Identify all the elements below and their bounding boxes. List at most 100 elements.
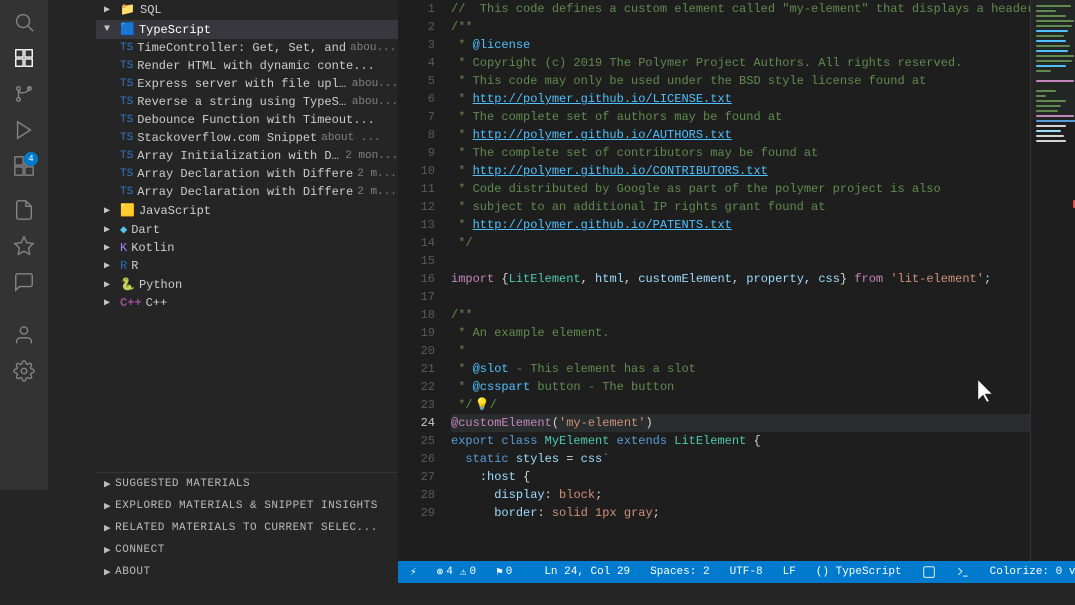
code-line-12: * subject to an additional IP rights gra… bbox=[451, 198, 1030, 216]
tree-label-cpp: C++ bbox=[146, 296, 168, 310]
tree-label-javascript: JavaScript bbox=[139, 204, 211, 218]
search-icon[interactable] bbox=[10, 8, 38, 36]
status-line-ending[interactable]: LF bbox=[779, 561, 800, 583]
spaces-text: Spaces: 2 bbox=[650, 566, 709, 578]
ts-file-icon9: TS bbox=[120, 186, 133, 198]
code-line-1: // This code defines a custom element ca… bbox=[451, 0, 1030, 18]
tree-item-typescript[interactable]: ▼ 🟦 TypeScript bbox=[96, 20, 398, 39]
cpp-collapse-arrow: ▶ bbox=[104, 297, 120, 309]
settings-icon[interactable] bbox=[10, 357, 38, 385]
ts-file-icon: TS bbox=[120, 42, 133, 54]
debug-icon[interactable] bbox=[10, 116, 38, 144]
suggested-materials-header[interactable]: ▶ SUGGESTED MATERIALS bbox=[96, 473, 398, 495]
tree-item-r[interactable]: ▶ R R bbox=[96, 257, 398, 275]
status-warnings2[interactable]: ⚑ 0 bbox=[492, 561, 516, 583]
meta-array-decl2: 2 m... bbox=[357, 186, 397, 198]
branch-icon: ⚡ bbox=[410, 565, 417, 579]
js-icon: 🟨 bbox=[120, 203, 135, 218]
about-header[interactable]: ▶ ABOUT bbox=[96, 561, 398, 583]
related-label: RELATED MATERIALS TO CURRENT SELEC... bbox=[115, 522, 378, 534]
tree-label-kotlin: Kotlin bbox=[131, 241, 174, 255]
code-line-14: */ bbox=[451, 234, 1030, 252]
tree-item-array-init[interactable]: TS Array Initialization with Diff 2 mon.… bbox=[96, 147, 398, 165]
explored-materials-header[interactable]: ▶ EXPLORED MATERIALS & SNIPPET INSIGHTS bbox=[96, 495, 398, 517]
status-language[interactable]: () TypeScript bbox=[812, 561, 906, 583]
git-icon[interactable] bbox=[10, 80, 38, 108]
expand-arrow: ▼ bbox=[104, 24, 120, 35]
r-icon: R bbox=[120, 259, 127, 273]
code-line-29: border: solid 1px gray; bbox=[451, 504, 1030, 522]
tree-item-stackoverflow[interactable]: TS Stackoverflow.com Snippet about ... bbox=[96, 129, 398, 147]
extensions-icon[interactable]: 4 bbox=[10, 152, 38, 180]
label-reverse: Reverse a string using TypeScr bbox=[137, 95, 348, 109]
chat-icon[interactable] bbox=[10, 268, 38, 296]
code-line-2: /** bbox=[451, 18, 1030, 36]
tree-item-kotlin[interactable]: ▶ K Kotlin bbox=[96, 239, 398, 257]
related-materials-header[interactable]: ▶ RELATED MATERIALS TO CURRENT SELEC... bbox=[96, 517, 398, 539]
code-editor[interactable]: // This code defines a custom element ca… bbox=[443, 0, 1030, 561]
code-line-17 bbox=[451, 288, 1030, 306]
code-line-8: * http://polymer.github.io/AUTHORS.txt bbox=[451, 126, 1030, 144]
tree-item-dart[interactable]: ▶ ◆ Dart bbox=[96, 220, 398, 239]
status-format-icon[interactable] bbox=[918, 561, 940, 583]
ts-file-icon6: TS bbox=[120, 132, 133, 144]
code-line-20: * bbox=[451, 342, 1030, 360]
code-line-19: * An example element. bbox=[451, 324, 1030, 342]
cpp-icon: C++ bbox=[120, 296, 142, 310]
explored-arrow: ▶ bbox=[104, 499, 111, 513]
code-container[interactable]: 1 2 3 4 5 6 7 8 9 10 11 12 13 14 15 16 1 bbox=[398, 0, 1075, 561]
meta-array-init: 2 mon... bbox=[345, 150, 398, 162]
about-arrow: ▶ bbox=[104, 565, 111, 579]
typescript-icon: 🟦 bbox=[120, 22, 135, 37]
status-colorize[interactable]: Colorize: 0 variables bbox=[986, 561, 1075, 583]
tree-item-python[interactable]: ▶ 🐍 Python bbox=[96, 275, 398, 294]
tree-item-array-decl2[interactable]: TS Array Declaration with Differe 2 m... bbox=[96, 183, 398, 201]
status-spaces[interactable]: Spaces: 2 bbox=[646, 561, 713, 583]
tree-item-debounce[interactable]: TS Debounce Function with Timeout... bbox=[96, 111, 398, 129]
label-array-decl2: Array Declaration with Differe bbox=[137, 185, 353, 199]
tree-item-reverse[interactable]: TS Reverse a string using TypeScr abou..… bbox=[96, 93, 398, 111]
status-encoding[interactable]: UTF-8 bbox=[726, 561, 767, 583]
info-count: 0 bbox=[506, 566, 513, 578]
tree-item-timecontroller[interactable]: TS TimeController: Get, Set, and abou... bbox=[96, 39, 398, 57]
status-branch[interactable]: ⚡ bbox=[406, 561, 421, 583]
dart-icon: ◆ bbox=[120, 222, 127, 237]
code-line-15 bbox=[451, 252, 1030, 270]
ts-file-icon3: TS bbox=[120, 78, 133, 90]
colorize-text: Colorize: 0 variables bbox=[990, 566, 1075, 578]
js-collapse-arrow: ▶ bbox=[104, 205, 120, 217]
ts-file-icon4: TS bbox=[120, 96, 133, 108]
snippets-icon[interactable] bbox=[10, 196, 38, 224]
connect-header[interactable]: ▶ CONNECT bbox=[96, 539, 398, 561]
tree-item-cpp[interactable]: ▶ C++ C++ bbox=[96, 294, 398, 312]
warning-icon: ⚠ bbox=[460, 565, 467, 579]
code-line-26: static styles = css` bbox=[451, 450, 1030, 468]
connect-label: CONNECT bbox=[115, 544, 165, 556]
code-line-5: * This code may only be used under the B… bbox=[451, 72, 1030, 90]
r-collapse-arrow: ▶ bbox=[104, 260, 120, 272]
status-terminal-icon[interactable] bbox=[952, 561, 974, 583]
ts-file-icon2: TS bbox=[120, 60, 133, 72]
error-count: 4 bbox=[446, 566, 453, 578]
label-express: Express server with file uploa bbox=[137, 77, 348, 91]
activity-bar: 4 bbox=[0, 0, 48, 490]
tree-item-renderhtml[interactable]: TS Render HTML with dynamic conte... bbox=[96, 57, 398, 75]
tree-label-sql: SQL bbox=[140, 3, 162, 17]
code-line-18: /** bbox=[451, 306, 1030, 324]
ts-file-icon7: TS bbox=[120, 150, 133, 162]
extensions2-icon[interactable] bbox=[10, 232, 38, 260]
explorer-icon[interactable] bbox=[10, 44, 38, 72]
code-line-28: display: block; bbox=[451, 486, 1030, 504]
tree-item-sql[interactable]: ▶ 📁 SQL bbox=[96, 0, 398, 20]
account-icon[interactable] bbox=[10, 321, 38, 349]
status-errors[interactable]: ⊗ 4 ⚠ 0 bbox=[433, 561, 480, 583]
position-text: Ln 24, Col 29 bbox=[544, 566, 630, 578]
tree-label-typescript: TypeScript bbox=[139, 23, 211, 37]
explored-label: EXPLORED MATERIALS & SNIPPET INSIGHTS bbox=[115, 500, 378, 512]
status-position[interactable]: Ln 24, Col 29 bbox=[540, 561, 634, 583]
python-collapse-arrow: ▶ bbox=[104, 279, 120, 291]
tree-item-express[interactable]: TS Express server with file uploa abou..… bbox=[96, 75, 398, 93]
tree-item-javascript[interactable]: ▶ 🟨 JavaScript bbox=[96, 201, 398, 220]
tree-item-array-decl1[interactable]: TS Array Declaration with Differe 2 m... bbox=[96, 165, 398, 183]
tree-label-dart: Dart bbox=[131, 223, 160, 237]
